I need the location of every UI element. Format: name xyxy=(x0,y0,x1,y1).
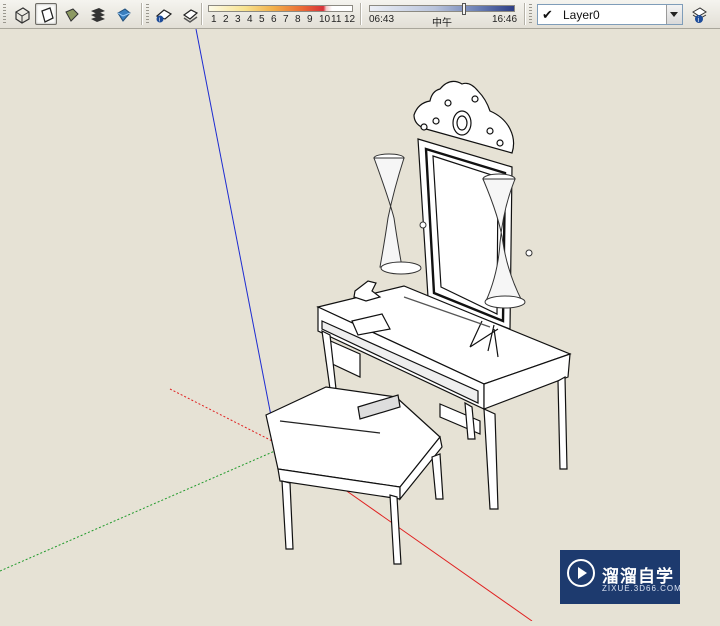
time-end-label: 16:46 xyxy=(492,14,518,25)
time-start-label: 06:43 xyxy=(369,14,395,25)
model-viewport[interactable] xyxy=(0,28,720,622)
time-noon-label: 中午 xyxy=(432,18,452,29)
current-layer-name: Layer0 xyxy=(563,8,600,22)
month-tick: 10 xyxy=(319,14,331,25)
shaded-textures-style-icon xyxy=(117,8,131,22)
play-logo-icon xyxy=(567,559,595,587)
month-tick: 9 xyxy=(307,14,313,25)
month-ticks: 1 2 3 4 5 6 7 8 9 10 11 12 xyxy=(208,14,358,26)
hidden-line-style-button[interactable] xyxy=(60,3,82,25)
month-tick: 1 xyxy=(211,14,217,25)
month-tick: 7 xyxy=(283,14,289,25)
toolbar-separator xyxy=(141,3,143,25)
shaded-style-icon xyxy=(91,8,105,22)
time-slider[interactable] xyxy=(369,5,515,12)
month-tick: 11 xyxy=(331,14,342,25)
shaded-style-button[interactable] xyxy=(86,3,108,25)
scene-canvas xyxy=(0,28,720,622)
wireframe-style-icon xyxy=(41,7,54,23)
toolbar-separator xyxy=(360,3,362,25)
shadow-settings-button[interactable]: i xyxy=(152,3,174,25)
xray-style-icon xyxy=(15,7,30,24)
layer-visible-check-icon: ✔ xyxy=(542,7,553,22)
hidden-line-style-icon xyxy=(65,8,79,22)
month-tick: 2 xyxy=(223,14,229,25)
display-shadows-icon xyxy=(182,9,199,23)
time-slider-thumb[interactable] xyxy=(462,3,466,15)
month-tick: 4 xyxy=(247,14,253,25)
shaded-textures-style-button[interactable] xyxy=(112,3,134,25)
month-tick: 12 xyxy=(344,14,356,25)
month-tick: 5 xyxy=(259,14,265,25)
month-tick: 8 xyxy=(295,14,301,25)
xray-style-button[interactable] xyxy=(10,3,32,25)
month-slider[interactable] xyxy=(208,5,353,12)
toolbar-separator xyxy=(201,3,203,25)
month-tick: 6 xyxy=(271,14,277,25)
layer-select[interactable]: ✔ Layer0 xyxy=(537,4,683,25)
toolbar-grip[interactable] xyxy=(146,4,149,24)
toolbar-separator xyxy=(524,3,526,25)
watermark-url: ZIXUE.3D66.COM xyxy=(602,584,682,593)
toolbar-grip[interactable] xyxy=(529,4,532,24)
display-shadows-button[interactable] xyxy=(178,3,200,25)
toolbar: i 1 2 3 4 5 6 7 8 9 10 11 12 06:43 中午 16… xyxy=(0,0,720,29)
chevron-down-icon[interactable] xyxy=(666,5,682,24)
wireframe-style-button[interactable] xyxy=(35,3,57,25)
shadow-settings-icon: i xyxy=(155,9,173,24)
toolbar-grip[interactable] xyxy=(3,4,6,24)
watermark: 溜溜自学 ZIXUE.3D66.COM xyxy=(560,550,682,604)
layer-manager-button[interactable]: i xyxy=(687,3,709,25)
layer-manager-icon: i xyxy=(692,7,707,24)
svg-text:i: i xyxy=(159,18,160,24)
month-tick: 3 xyxy=(235,14,241,25)
